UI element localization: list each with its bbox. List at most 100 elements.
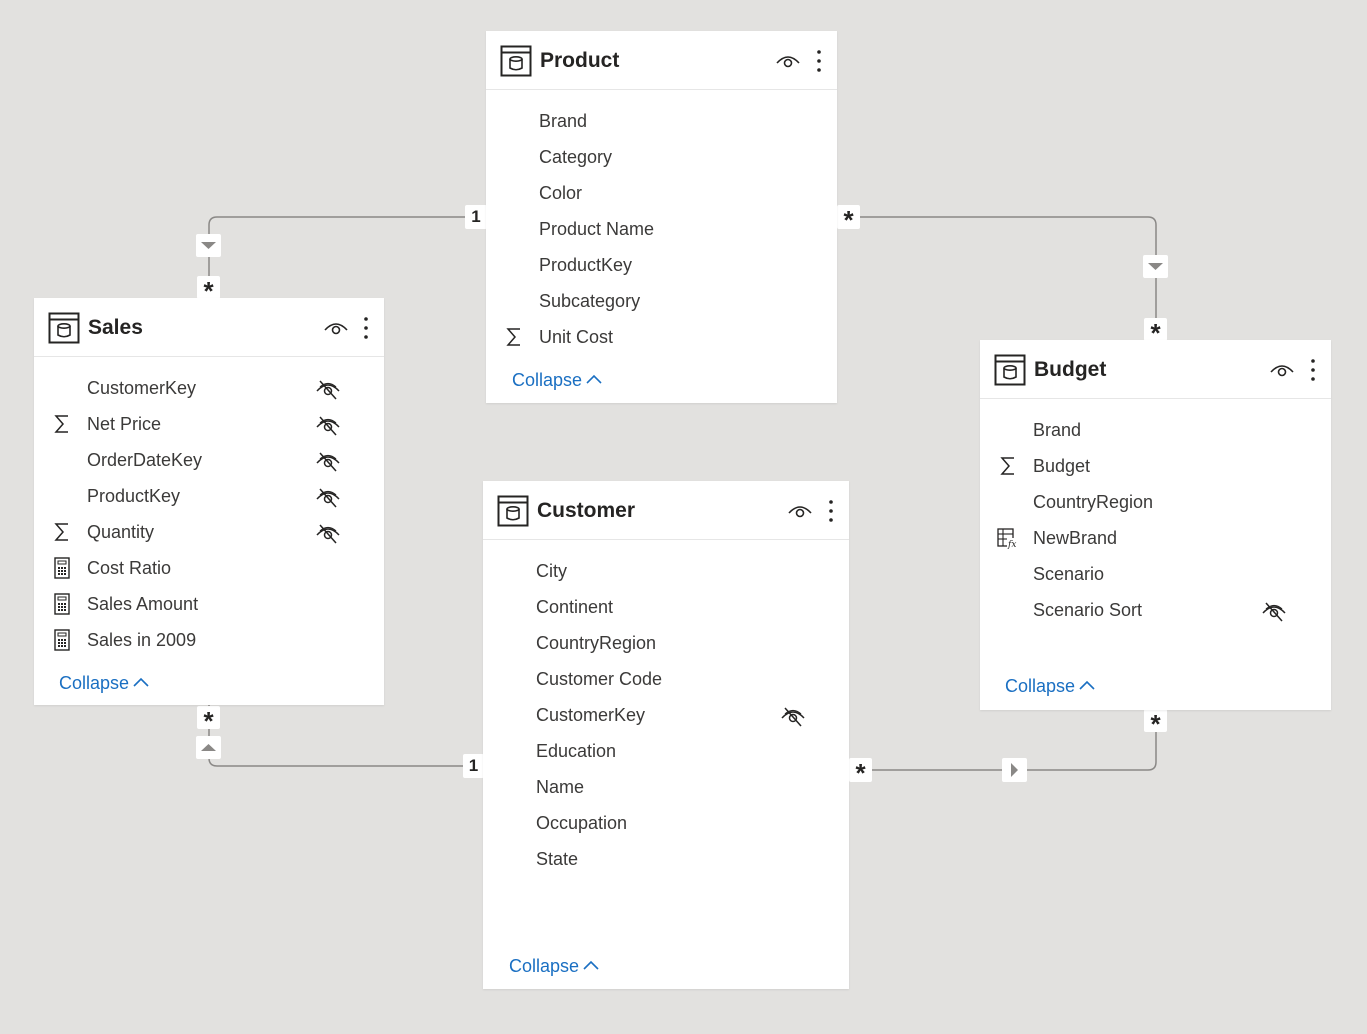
field-label: Subcategory	[539, 291, 641, 311]
table-card-sales[interactable]: Sales CustomerKey Net Price OrderDateKey…	[34, 298, 384, 705]
field-label: Product Name	[539, 219, 655, 239]
eye-icon[interactable]	[1269, 360, 1295, 380]
filter-direction-arrow-down-icon[interactable]	[1143, 255, 1168, 278]
field-label: Continent	[536, 597, 614, 617]
table-icon	[497, 495, 529, 527]
field-row[interactable]: OrderDateKey	[34, 442, 384, 478]
field-row[interactable]: Sales Amount	[34, 586, 384, 622]
eye-icon[interactable]	[787, 501, 813, 521]
cardinality-one-customer-sales: 1	[463, 754, 484, 778]
field-row[interactable]: Color	[486, 175, 837, 211]
cardinality-many-sales-customer: *	[197, 706, 220, 736]
field-row[interactable]: Education	[483, 733, 849, 769]
field-row[interactable]: Unit Cost	[486, 319, 837, 355]
field-label: Unit Cost	[539, 327, 614, 347]
collapse-button[interactable]: Collapse	[59, 672, 149, 694]
field-label: City	[536, 561, 567, 581]
collapse-label: Collapse	[1005, 676, 1076, 696]
table-card-product[interactable]: Product Brand Category Color Product Nam…	[486, 31, 837, 403]
chevron-up-icon	[1079, 681, 1095, 690]
field-label: Customer Code	[536, 669, 663, 689]
field-row[interactable]: ProductKey	[34, 478, 384, 514]
more-options-icon[interactable]	[360, 315, 372, 341]
hidden-eye-icon[interactable]	[315, 450, 341, 472]
cardinality-many-sales-product: *	[197, 276, 220, 306]
field-row[interactable]: CustomerKey	[483, 697, 849, 733]
field-label: Brand	[1033, 420, 1082, 440]
field-label: ProductKey	[87, 486, 181, 506]
field-row[interactable]: fx NewBrand	[980, 520, 1331, 556]
field-row[interactable]: City	[483, 553, 849, 589]
collapse-button[interactable]: Collapse	[509, 955, 599, 977]
calculator-icon	[54, 629, 70, 651]
field-row[interactable]: CountryRegion	[980, 484, 1331, 520]
calculator-icon	[54, 593, 70, 615]
field-row[interactable]: Net Price	[34, 406, 384, 442]
cardinality-many-product-budget: *	[837, 205, 860, 235]
eye-icon[interactable]	[775, 51, 801, 71]
field-label: OrderDateKey	[87, 450, 203, 470]
field-label: Brand	[539, 111, 588, 131]
table-title: Sales	[88, 316, 143, 339]
field-row[interactable]: Budget	[980, 448, 1331, 484]
collapse-label: Collapse	[512, 370, 583, 390]
field-row[interactable]: State	[483, 841, 849, 877]
calculated-column-icon: fx	[997, 528, 1019, 550]
field-row[interactable]: Customer Code	[483, 661, 849, 697]
field-row[interactable]: ProductKey	[486, 247, 837, 283]
field-row[interactable]: Quantity	[34, 514, 384, 550]
table-card-customer[interactable]: Customer City Continent CountryRegion Cu…	[483, 481, 849, 989]
table-header[interactable]: Budget	[980, 340, 1331, 399]
field-row[interactable]: Brand	[980, 412, 1331, 448]
hidden-eye-icon[interactable]	[315, 522, 341, 544]
field-row[interactable]: Category	[486, 139, 837, 175]
table-icon	[48, 312, 80, 344]
table-header[interactable]: Sales	[34, 298, 384, 357]
relationship-product-sales	[208, 216, 486, 298]
eye-icon[interactable]	[323, 318, 349, 338]
more-options-icon[interactable]	[1307, 357, 1319, 383]
field-row[interactable]: Continent	[483, 589, 849, 625]
field-label: Name	[536, 777, 585, 797]
field-row[interactable]: Subcategory	[486, 283, 837, 319]
field-label: Sales Amount	[87, 594, 199, 614]
hidden-eye-icon[interactable]	[315, 414, 341, 436]
field-label: Color	[539, 183, 583, 203]
sigma-icon	[506, 328, 520, 346]
hidden-eye-icon[interactable]	[780, 705, 806, 727]
calculator-icon	[54, 557, 70, 579]
field-label: CountryRegion	[536, 633, 657, 653]
table-card-budget[interactable]: Budget Brand Budget CountryRegion fx New…	[980, 340, 1331, 710]
chevron-up-icon	[133, 678, 149, 687]
field-row[interactable]: Scenario Sort	[980, 592, 1331, 628]
field-row[interactable]: CountryRegion	[483, 625, 849, 661]
more-options-icon[interactable]	[825, 498, 837, 524]
field-row[interactable]: Name	[483, 769, 849, 805]
table-title: Budget	[1034, 358, 1107, 381]
field-label: Net Price	[87, 414, 162, 434]
sigma-icon	[54, 415, 68, 433]
table-header[interactable]: Customer	[483, 481, 849, 540]
field-row[interactable]: Product Name	[486, 211, 837, 247]
field-row[interactable]: Brand	[486, 103, 837, 139]
field-row[interactable]: CustomerKey	[34, 370, 384, 406]
table-header[interactable]: Product	[486, 31, 837, 90]
hidden-eye-icon[interactable]	[315, 378, 341, 400]
more-options-icon[interactable]	[813, 48, 825, 74]
field-row[interactable]: Occupation	[483, 805, 849, 841]
hidden-eye-icon[interactable]	[1261, 600, 1287, 622]
field-label: Scenario	[1033, 564, 1105, 584]
table-icon	[994, 354, 1026, 386]
filter-direction-arrow-right-icon[interactable]	[1002, 758, 1027, 782]
field-row[interactable]: Scenario	[980, 556, 1331, 592]
filter-direction-arrow-up-icon[interactable]	[196, 736, 221, 759]
hidden-eye-icon[interactable]	[315, 486, 341, 508]
cardinality-many-budget-product: *	[1144, 318, 1167, 348]
collapse-button[interactable]: Collapse	[512, 369, 602, 391]
filter-direction-arrow-down-icon[interactable]	[196, 234, 221, 257]
chevron-up-icon	[586, 375, 602, 384]
field-row[interactable]: Cost Ratio	[34, 550, 384, 586]
collapse-button[interactable]: Collapse	[1005, 675, 1095, 697]
field-label: Education	[536, 741, 617, 761]
field-row[interactable]: Sales in 2009	[34, 622, 384, 658]
